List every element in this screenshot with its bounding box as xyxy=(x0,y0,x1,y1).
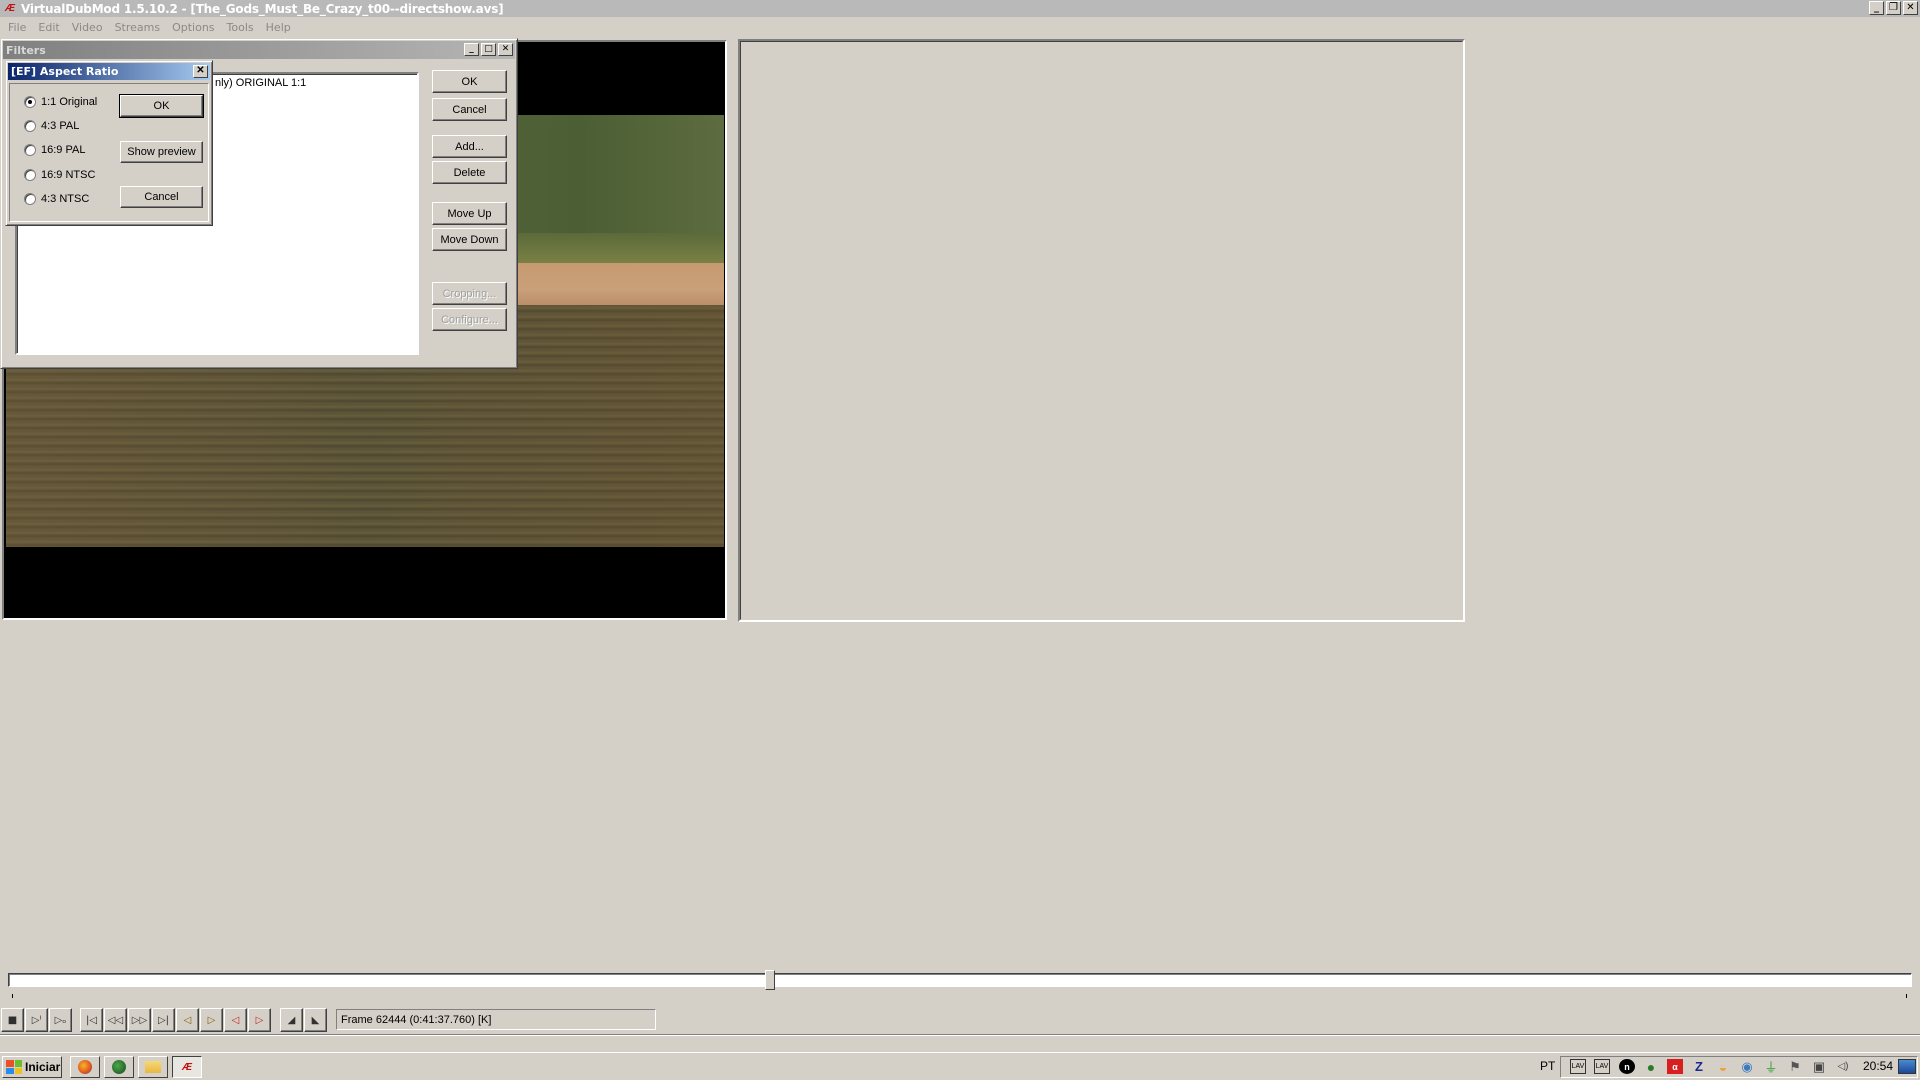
network-icon[interactable]: ▣ xyxy=(1811,1059,1827,1074)
taskbar: Iniciar Æ PT LAV LAV n ● α Z ◒ ◉ ⏚ ⚑ ▣ ◁… xyxy=(0,1052,1920,1080)
radio-label: 1:1 Original xyxy=(41,96,98,108)
filter-list-item[interactable]: nly) ORIGINAL 1:1 xyxy=(215,77,306,89)
filters-ok-button[interactable]: OK xyxy=(432,70,507,93)
power-icon[interactable]: ⏚ xyxy=(1763,1059,1779,1075)
menu-streams[interactable]: Streams xyxy=(109,21,167,34)
disc-icon[interactable]: ◒ xyxy=(1715,1059,1731,1075)
radio-16-9-ntsc[interactable]: 16:9 NTSC xyxy=(24,169,95,181)
avira-icon[interactable]: α xyxy=(1667,1059,1683,1074)
timeline-start-tick xyxy=(12,994,13,998)
move-up-button[interactable]: Move Up xyxy=(432,202,507,225)
delete-filter-button[interactable]: Delete xyxy=(432,161,507,184)
lav-audio-icon[interactable]: LAV xyxy=(1570,1059,1586,1074)
stop-icon[interactable]: ■ xyxy=(1,1008,24,1032)
radio-button[interactable] xyxy=(24,193,36,205)
show-preview-button[interactable]: Show preview xyxy=(120,141,203,163)
action-center-flag-icon[interactable]: ⚑ xyxy=(1787,1059,1803,1074)
cropping-button[interactable]: Cropping... xyxy=(432,282,507,305)
filters-close-button[interactable]: ✕ xyxy=(498,43,513,56)
output-video-pane[interactable] xyxy=(738,39,1465,622)
timeline-track[interactable] xyxy=(8,973,1912,987)
timeline-end-tick xyxy=(1906,994,1907,998)
lav-video-icon[interactable]: LAV xyxy=(1594,1059,1610,1074)
prev-keyframe-icon[interactable]: ◁ xyxy=(176,1008,199,1032)
minimize-button[interactable]: _ xyxy=(1869,1,1884,15)
virtualdub-logo-icon: Æ xyxy=(5,3,15,14)
prev-scene-icon[interactable]: ◁ xyxy=(224,1008,247,1032)
aspect-ratio-body: 1:1 Original 4:3 PAL 16:9 PAL 16:9 NTSC … xyxy=(9,83,209,222)
volume-icon[interactable]: ◁) xyxy=(1835,1059,1851,1074)
next-key-icon[interactable]: ▷▷ xyxy=(128,1008,151,1032)
menubar: File Edit Video Streams Options Tools He… xyxy=(0,18,297,37)
radio-4-3-ntsc[interactable]: 4:3 NTSC xyxy=(24,193,89,205)
add-filter-button[interactable]: Add... xyxy=(432,135,507,158)
mark-out-icon[interactable]: ◣ xyxy=(304,1008,327,1032)
start-button[interactable]: Iniciar xyxy=(2,1056,62,1078)
firefox-icon[interactable] xyxy=(70,1056,100,1078)
go-end-icon[interactable]: ▷| xyxy=(152,1008,175,1032)
menu-edit[interactable]: Edit xyxy=(32,21,65,34)
play-input-icon[interactable]: ▷ᴵ xyxy=(25,1008,48,1032)
filters-title-bar[interactable]: Filters _ □ ✕ xyxy=(3,41,515,59)
menu-help[interactable]: Help xyxy=(260,21,297,34)
aspect-ratio-close-button[interactable]: ✕ xyxy=(193,65,208,78)
radio-label: 4:3 NTSC xyxy=(41,193,90,205)
virtualdub-icon[interactable]: Æ xyxy=(172,1056,202,1078)
filters-title: Filters xyxy=(6,43,46,57)
menu-video[interactable]: Video xyxy=(66,21,109,34)
folder-icon[interactable] xyxy=(138,1056,168,1078)
filters-minimize-button[interactable]: _ xyxy=(464,43,479,56)
timeline-thumb[interactable] xyxy=(764,970,775,990)
filters-maximize-button[interactable]: □ xyxy=(481,43,496,56)
aspect-ratio-cancel-button[interactable]: Cancel xyxy=(120,186,203,208)
globe-tray-icon[interactable]: ● xyxy=(1643,1059,1659,1075)
status-bar xyxy=(0,1034,1920,1050)
play-output-icon[interactable]: ▷ₒ xyxy=(49,1008,72,1032)
frame-position-label: Frame 62444 (0:41:37.760) [K] xyxy=(336,1009,656,1030)
windows-logo-icon xyxy=(6,1060,22,1074)
restore-button[interactable]: ❐ xyxy=(1886,1,1901,15)
clock[interactable]: 20:54 xyxy=(1863,1059,1893,1073)
language-indicator[interactable]: PT xyxy=(1540,1059,1555,1073)
configure-button[interactable]: Configure... xyxy=(432,308,507,331)
filters-cancel-button[interactable]: Cancel xyxy=(432,98,507,121)
prev-key-icon[interactable]: ◁◁ xyxy=(104,1008,127,1032)
aspect-ratio-ok-button[interactable]: OK xyxy=(119,94,204,118)
radio-label: 16:9 NTSC xyxy=(41,169,96,181)
menu-options[interactable]: Options xyxy=(166,21,220,34)
mark-in-icon[interactable]: ◢ xyxy=(280,1008,303,1032)
radio-label: 16:9 PAL xyxy=(41,144,86,156)
next-keyframe-icon[interactable]: ▷ xyxy=(200,1008,223,1032)
radio-4-3-pal[interactable]: 4:3 PAL xyxy=(24,120,79,132)
n-icon[interactable]: n xyxy=(1619,1059,1635,1074)
globe-app-icon[interactable] xyxy=(104,1056,134,1078)
radio-1-1-original[interactable]: 1:1 Original xyxy=(24,96,97,108)
close-button[interactable]: ✕ xyxy=(1903,1,1918,15)
radio-button-checked[interactable] xyxy=(24,96,36,108)
aspect-ratio-title: [EF] Aspect Ratio xyxy=(11,65,119,78)
radio-button[interactable] xyxy=(24,169,36,181)
aspect-ratio-dialog: [EF] Aspect Ratio ✕ 1:1 Original 4:3 PAL… xyxy=(5,60,213,226)
radio-label: 4:3 PAL xyxy=(41,120,80,132)
menu-file[interactable]: File xyxy=(2,21,32,34)
menu-tools[interactable]: Tools xyxy=(221,21,260,34)
radio-button[interactable] xyxy=(24,144,36,156)
next-scene-icon[interactable]: ▷ xyxy=(248,1008,271,1032)
radio-button[interactable] xyxy=(24,120,36,132)
start-label: Iniciar xyxy=(25,1060,61,1074)
move-down-button[interactable]: Move Down xyxy=(432,228,507,251)
window-title: VirtualDubMod 1.5.10.2 - [The_Gods_Must_… xyxy=(21,1,504,16)
show-desktop-icon[interactable] xyxy=(1898,1059,1916,1074)
aspect-ratio-title-bar[interactable]: [EF] Aspect Ratio ✕ xyxy=(8,63,210,80)
go-start-icon[interactable]: |◁ xyxy=(80,1008,103,1032)
z-icon[interactable]: Z xyxy=(1691,1059,1707,1074)
network-app-icon[interactable]: ◉ xyxy=(1739,1059,1755,1074)
radio-16-9-pal[interactable]: 16:9 PAL xyxy=(24,144,85,156)
main-title-bar: Æ VirtualDubMod 1.5.10.2 - [The_Gods_Mus… xyxy=(0,0,1920,17)
